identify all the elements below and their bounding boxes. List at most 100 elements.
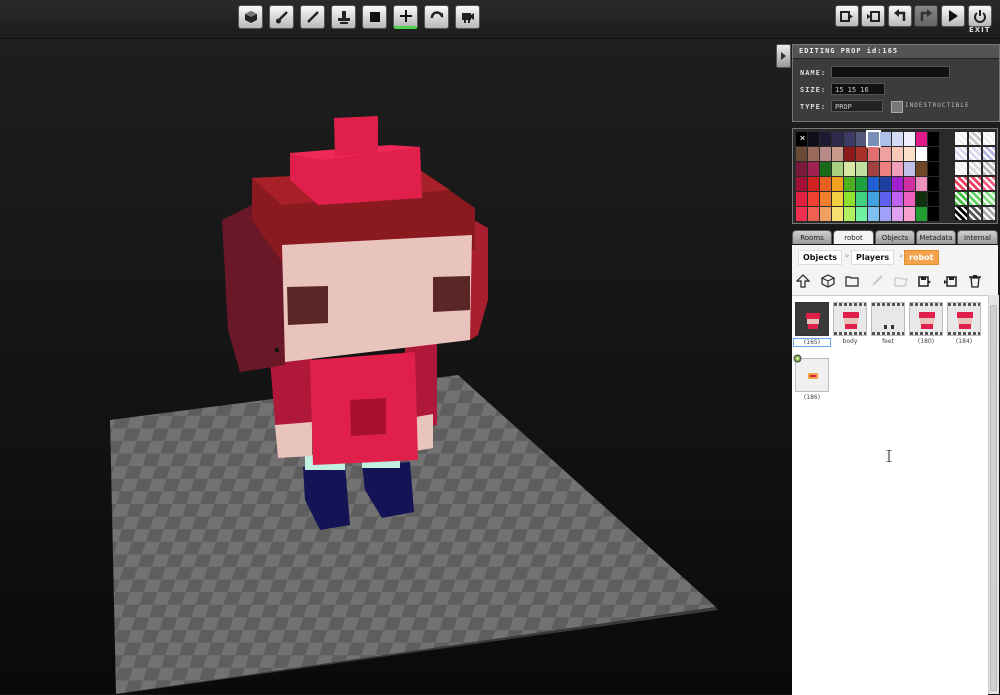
- color-swatch[interactable]: [856, 192, 867, 206]
- pattern-swatch[interactable]: [955, 132, 967, 145]
- color-swatch[interactable]: [916, 162, 927, 176]
- pattern-swatch[interactable]: [955, 162, 967, 175]
- color-swatch[interactable]: [856, 132, 867, 146]
- object-label[interactable]: (180): [907, 338, 945, 345]
- color-swatch[interactable]: [904, 177, 915, 191]
- object-label[interactable]: (186): [793, 394, 831, 401]
- color-swatch[interactable]: [928, 132, 939, 146]
- color-swatch[interactable]: [820, 162, 831, 176]
- color-swatch[interactable]: [904, 162, 915, 176]
- open-button[interactable]: [893, 273, 909, 289]
- pattern-swatch[interactable]: [983, 147, 995, 160]
- load-button[interactable]: [942, 273, 958, 289]
- breadcrumb-players[interactable]: Players: [851, 250, 895, 265]
- tab-internal[interactable]: Internal: [957, 230, 998, 244]
- color-swatch[interactable]: [832, 147, 843, 161]
- color-swatch[interactable]: [844, 162, 855, 176]
- object-thumbnail[interactable]: [833, 302, 867, 336]
- pattern-swatch[interactable]: [983, 132, 995, 145]
- object-thumbnail[interactable]: [871, 302, 905, 336]
- color-swatch[interactable]: [856, 162, 867, 176]
- tool-camera[interactable]: [455, 5, 480, 29]
- pattern-swatch[interactable]: [955, 207, 967, 220]
- color-swatch[interactable]: [892, 147, 903, 161]
- color-swatch[interactable]: [808, 147, 819, 161]
- object-label[interactable]: (184): [945, 338, 983, 345]
- color-swatch[interactable]: [916, 147, 927, 161]
- color-swatch[interactable]: [844, 147, 855, 161]
- color-swatch[interactable]: [856, 207, 867, 221]
- color-swatch[interactable]: [904, 207, 915, 221]
- color-swatch[interactable]: [880, 192, 891, 206]
- color-swatch[interactable]: [868, 177, 879, 191]
- color-swatch[interactable]: [880, 177, 891, 191]
- tab-robot[interactable]: robot: [833, 230, 874, 244]
- color-swatch[interactable]: [796, 162, 807, 176]
- color-swatch[interactable]: [892, 192, 903, 206]
- color-swatch[interactable]: [928, 192, 939, 206]
- tool-rotate[interactable]: [424, 5, 449, 29]
- color-swatch[interactable]: [832, 207, 843, 221]
- tool-line[interactable]: [300, 5, 325, 29]
- pattern-swatch[interactable]: [983, 207, 995, 220]
- color-swatch[interactable]: [856, 177, 867, 191]
- clear-color-icon[interactable]: ×: [797, 132, 808, 146]
- pattern-swatch[interactable]: [969, 132, 981, 145]
- color-swatch[interactable]: [844, 132, 855, 146]
- color-swatch[interactable]: [832, 162, 843, 176]
- color-swatch[interactable]: [916, 132, 927, 146]
- redo-button[interactable]: [914, 5, 938, 27]
- color-swatch[interactable]: [892, 132, 903, 146]
- color-swatch[interactable]: [866, 130, 881, 148]
- rename-button[interactable]: [869, 273, 885, 289]
- color-swatch[interactable]: [880, 162, 891, 176]
- exit-button[interactable]: [968, 5, 992, 27]
- scroll-thumb[interactable]: [990, 305, 997, 691]
- pattern-swatch[interactable]: [969, 207, 981, 220]
- pattern-swatch[interactable]: [969, 192, 981, 205]
- indestructible-checkbox[interactable]: [891, 101, 903, 113]
- color-swatch[interactable]: [868, 147, 879, 161]
- tool-scene[interactable]: [238, 5, 263, 29]
- color-swatch[interactable]: [808, 162, 819, 176]
- object-grid[interactable]: (165) body feet (180) (184) (186): [792, 295, 988, 695]
- color-swatch[interactable]: [880, 132, 891, 146]
- color-swatch[interactable]: [808, 132, 819, 146]
- color-swatch[interactable]: [844, 207, 855, 221]
- color-swatch[interactable]: [820, 192, 831, 206]
- color-swatch[interactable]: [844, 177, 855, 191]
- color-swatch[interactable]: [808, 207, 819, 221]
- pattern-swatch[interactable]: [969, 162, 981, 175]
- type-select[interactable]: PROP: [831, 100, 883, 112]
- save-button[interactable]: [917, 273, 933, 289]
- color-swatch[interactable]: [928, 177, 939, 191]
- pattern-swatch[interactable]: [955, 177, 967, 190]
- color-swatch[interactable]: [808, 192, 819, 206]
- pattern-swatch[interactable]: [955, 147, 967, 160]
- pattern-swatch[interactable]: [983, 192, 995, 205]
- color-swatch[interactable]: [796, 147, 807, 161]
- color-swatch[interactable]: [796, 177, 807, 191]
- color-swatch[interactable]: [868, 162, 879, 176]
- color-swatch[interactable]: [856, 147, 867, 161]
- color-swatch[interactable]: [928, 147, 939, 161]
- pattern-swatch[interactable]: [983, 162, 995, 175]
- color-swatch[interactable]: [868, 192, 879, 206]
- undo-button[interactable]: [888, 5, 912, 27]
- color-swatch[interactable]: [904, 147, 915, 161]
- collapse-panel-button[interactable]: [776, 44, 791, 68]
- pattern-swatch[interactable]: [983, 177, 995, 190]
- object-thumbnail[interactable]: [909, 302, 943, 336]
- color-swatch[interactable]: [820, 207, 831, 221]
- object-label[interactable]: body: [831, 338, 869, 345]
- export-button[interactable]: [835, 5, 859, 27]
- play-button[interactable]: [941, 5, 965, 27]
- pattern-swatch[interactable]: [969, 147, 981, 160]
- tool-add[interactable]: [393, 5, 418, 29]
- color-swatch[interactable]: [928, 162, 939, 176]
- object-thumbnail[interactable]: [795, 358, 829, 392]
- new-folder-button[interactable]: [844, 273, 860, 289]
- color-swatch[interactable]: [904, 132, 915, 146]
- tool-paint[interactable]: [269, 5, 294, 29]
- color-swatch[interactable]: [880, 147, 891, 161]
